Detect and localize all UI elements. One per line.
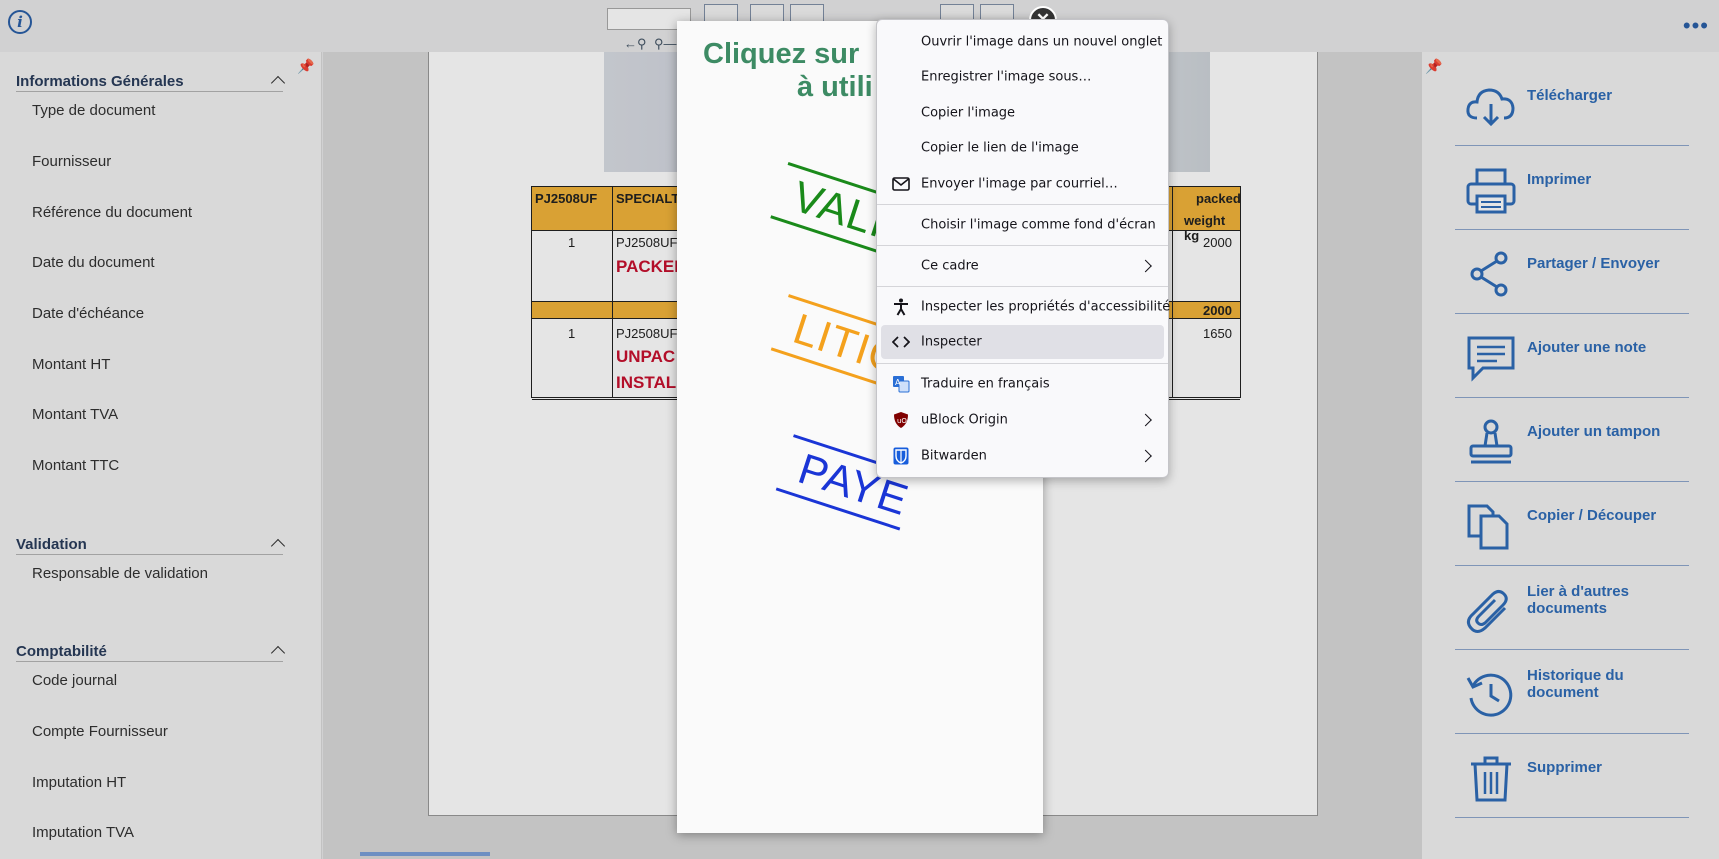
menu-separator bbox=[877, 363, 1168, 364]
bitwarden-icon bbox=[891, 447, 911, 465]
menu-item-email-image[interactable]: Envoyer l'image par courriel… bbox=[881, 167, 1164, 201]
svg-text:A: A bbox=[895, 378, 901, 387]
menu-item-copy-image-link[interactable]: Copier le lien de l'image bbox=[881, 131, 1164, 165]
code-icon bbox=[891, 333, 911, 351]
chevron-right-icon bbox=[1139, 413, 1152, 427]
ublock-icon: uO bbox=[891, 411, 911, 429]
menu-item-open-image-new-tab[interactable]: Ouvrir l'image dans un nouvel onglet bbox=[881, 25, 1164, 59]
chevron-right-icon bbox=[1139, 449, 1152, 463]
menu-separator bbox=[877, 204, 1168, 205]
accessibility-icon bbox=[891, 298, 911, 316]
menu-item-save-image-as[interactable]: Enregistrer l'image sous… bbox=[881, 60, 1164, 94]
menu-item-inspect[interactable]: Inspecter bbox=[881, 325, 1164, 359]
menu-item-ublock[interactable]: uO uBlock Origin bbox=[881, 403, 1164, 437]
menu-item-set-wallpaper[interactable]: Choisir l'image comme fond d'écran bbox=[881, 208, 1164, 242]
svg-text:uO: uO bbox=[897, 417, 907, 425]
menu-item-inspect-accessibility[interactable]: Inspecter les propriétés d'accessibilité bbox=[881, 290, 1170, 324]
context-menu: Ouvrir l'image dans un nouvel onglet Enr… bbox=[876, 19, 1170, 478]
mail-icon bbox=[891, 175, 911, 193]
menu-item-copy-image[interactable]: Copier l'image bbox=[881, 96, 1164, 130]
chevron-right-icon bbox=[1139, 259, 1152, 273]
menu-separator bbox=[877, 286, 1168, 287]
menu-item-translate[interactable]: A Traduire en français bbox=[881, 367, 1164, 401]
menu-separator bbox=[877, 245, 1168, 246]
menu-item-this-frame[interactable]: Ce cadre bbox=[881, 249, 1164, 283]
menu-item-bitwarden[interactable]: Bitwarden bbox=[881, 439, 1164, 473]
translate-icon: A bbox=[891, 375, 911, 393]
